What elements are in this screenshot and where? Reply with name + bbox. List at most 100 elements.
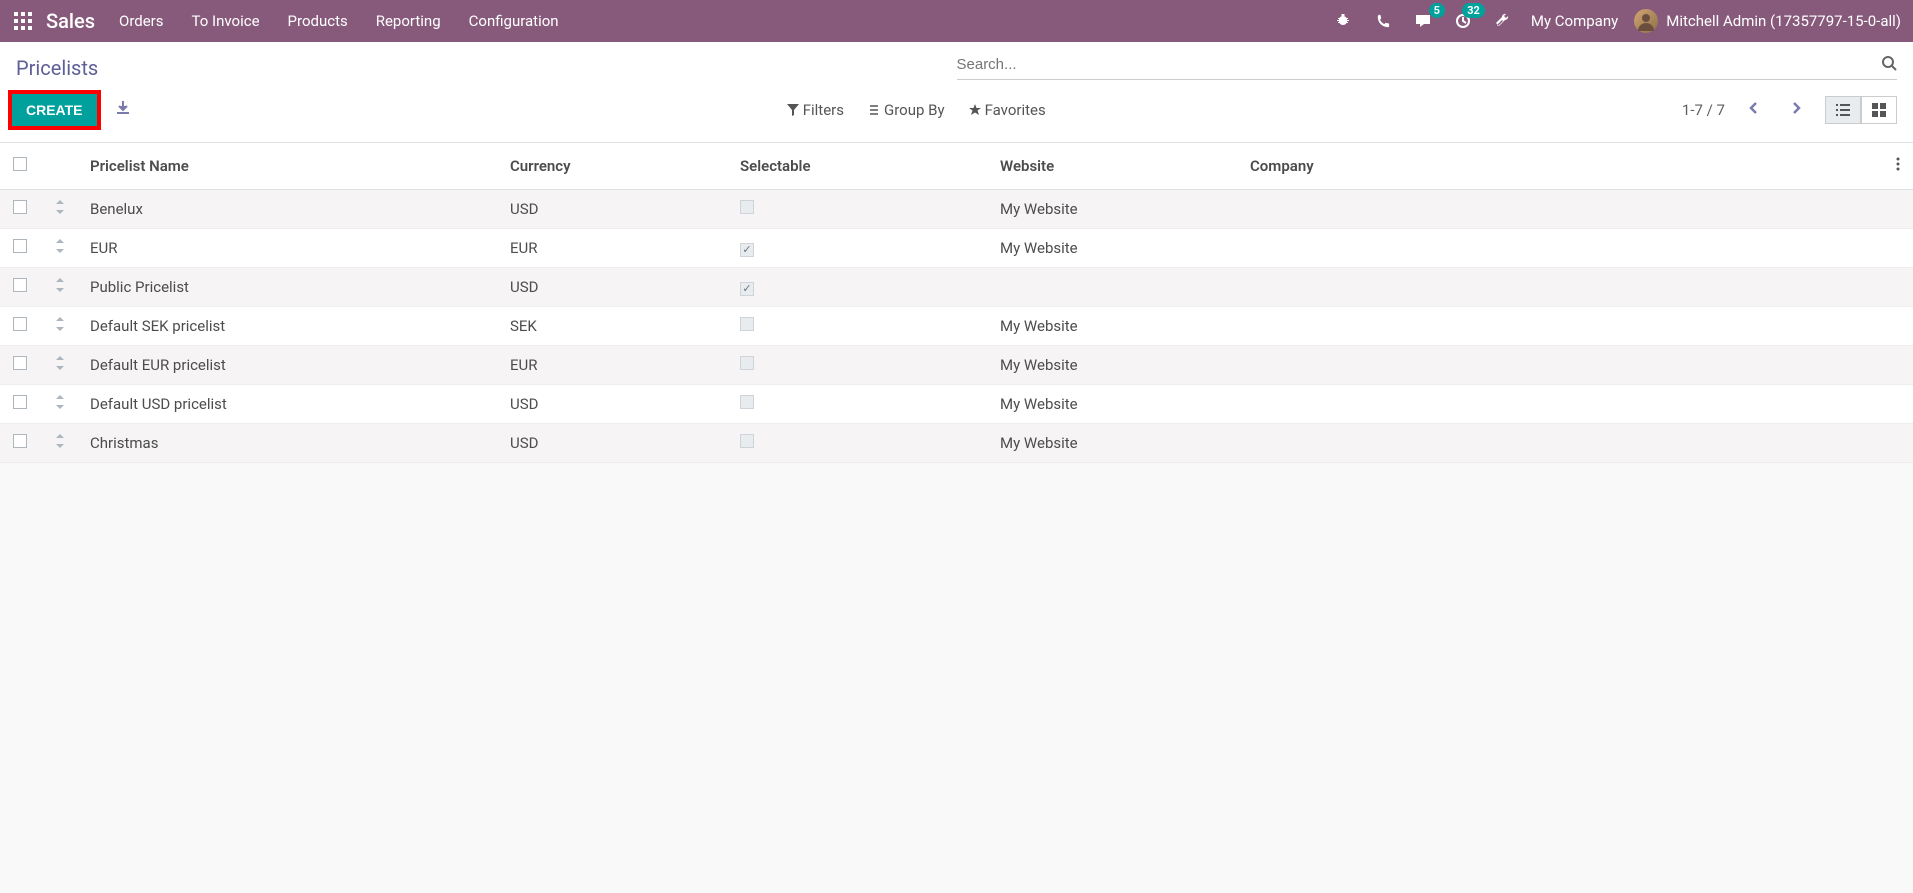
table-row[interactable]: Christmas USD My Website xyxy=(0,424,1913,463)
create-highlight: CREATE xyxy=(8,90,101,130)
pricelist-table: Pricelist Name Currency Selectable Websi… xyxy=(0,143,1913,463)
drag-handle-icon[interactable] xyxy=(40,190,80,229)
pager-next-icon[interactable] xyxy=(1783,97,1809,123)
cell-name: Default EUR pricelist xyxy=(80,346,500,385)
debug-icon[interactable] xyxy=(1331,9,1355,33)
cell-company xyxy=(1240,268,1883,307)
cell-currency: USD xyxy=(500,424,730,463)
selectable-checkbox xyxy=(740,200,754,214)
page-title: Pricelists xyxy=(16,50,98,80)
search-icon[interactable] xyxy=(1881,55,1897,75)
cell-selectable xyxy=(730,424,990,463)
filters-label: Filters xyxy=(803,101,844,119)
messages-icon[interactable]: 5 xyxy=(1411,9,1435,33)
table-row[interactable]: Default EUR pricelist EUR My Website xyxy=(0,346,1913,385)
cell-selectable xyxy=(730,190,990,229)
table-row[interactable]: EUR EUR My Website xyxy=(0,229,1913,268)
menu-orders[interactable]: Orders xyxy=(119,12,164,30)
cell-selectable xyxy=(730,307,990,346)
header-selectable[interactable]: Selectable xyxy=(730,143,990,190)
pager[interactable]: 1-7 / 7 xyxy=(1682,101,1725,119)
filters-button[interactable]: Filters xyxy=(787,101,844,119)
header-name[interactable]: Pricelist Name xyxy=(80,143,500,190)
header-options-icon[interactable] xyxy=(1883,143,1913,190)
row-checkbox[interactable] xyxy=(13,434,27,448)
cell-currency: USD xyxy=(500,268,730,307)
row-checkbox[interactable] xyxy=(13,200,27,214)
company-selector[interactable]: My Company xyxy=(1531,12,1618,30)
user-avatar-icon xyxy=(1634,9,1658,33)
tools-icon[interactable] xyxy=(1491,9,1515,33)
cell-pad xyxy=(1883,190,1913,229)
row-checkbox[interactable] xyxy=(13,356,27,370)
menu-to-invoice[interactable]: To Invoice xyxy=(192,12,260,30)
kanban-view-icon[interactable] xyxy=(1861,96,1897,124)
drag-handle-icon[interactable] xyxy=(40,268,80,307)
menu-reporting[interactable]: Reporting xyxy=(376,12,441,30)
cell-company xyxy=(1240,190,1883,229)
apps-icon[interactable] xyxy=(12,10,34,32)
user-name: Mitchell Admin (17357797-15-0-all) xyxy=(1666,12,1901,30)
control-panel: Pricelists CREATE Filters Group By xyxy=(0,42,1913,143)
table-row[interactable]: Public Pricelist USD xyxy=(0,268,1913,307)
cell-selectable xyxy=(730,385,990,424)
cell-name: Default USD pricelist xyxy=(80,385,500,424)
row-checkbox[interactable] xyxy=(13,317,27,331)
cell-currency: EUR xyxy=(500,346,730,385)
header-website[interactable]: Website xyxy=(990,143,1240,190)
cell-name: Benelux xyxy=(80,190,500,229)
download-icon[interactable] xyxy=(115,100,131,120)
cell-website xyxy=(990,268,1240,307)
table-row[interactable]: Default SEK pricelist SEK My Website xyxy=(0,307,1913,346)
drag-handle-icon[interactable] xyxy=(40,424,80,463)
header-checkbox-cell xyxy=(0,143,40,190)
cell-website: My Website xyxy=(990,424,1240,463)
list-view-icon[interactable] xyxy=(1825,96,1861,124)
selectable-checkbox xyxy=(740,356,754,370)
main-menu: Orders To Invoice Products Reporting Con… xyxy=(119,12,1331,30)
groupby-label: Group By xyxy=(884,101,945,119)
create-button[interactable]: CREATE xyxy=(12,94,97,126)
cell-company xyxy=(1240,346,1883,385)
messages-badge: 5 xyxy=(1429,3,1445,18)
header-handle xyxy=(40,143,80,190)
menu-configuration[interactable]: Configuration xyxy=(469,12,559,30)
cell-name: Christmas xyxy=(80,424,500,463)
cell-currency: USD xyxy=(500,385,730,424)
search-box[interactable] xyxy=(957,51,1898,80)
cell-website: My Website xyxy=(990,229,1240,268)
table-row[interactable]: Benelux USD My Website xyxy=(0,190,1913,229)
activities-icon[interactable]: 32 xyxy=(1451,9,1475,33)
row-checkbox[interactable] xyxy=(13,239,27,253)
app-brand[interactable]: Sales xyxy=(46,9,95,33)
pager-prev-icon[interactable] xyxy=(1741,97,1767,123)
user-menu[interactable]: Mitchell Admin (17357797-15-0-all) xyxy=(1634,9,1901,33)
drag-handle-icon[interactable] xyxy=(40,229,80,268)
favorites-button[interactable]: Favorites xyxy=(969,101,1046,119)
groupby-button[interactable]: Group By xyxy=(868,101,945,119)
activities-badge: 32 xyxy=(1462,3,1485,18)
phone-icon[interactable] xyxy=(1371,9,1395,33)
selectable-checkbox xyxy=(740,282,754,296)
drag-handle-icon[interactable] xyxy=(40,346,80,385)
drag-handle-icon[interactable] xyxy=(40,307,80,346)
row-checkbox[interactable] xyxy=(13,395,27,409)
favorites-label: Favorites xyxy=(985,101,1046,119)
header-currency[interactable]: Currency xyxy=(500,143,730,190)
cell-company xyxy=(1240,307,1883,346)
drag-handle-icon[interactable] xyxy=(40,385,80,424)
cell-company xyxy=(1240,229,1883,268)
menu-products[interactable]: Products xyxy=(288,12,348,30)
selectable-checkbox xyxy=(740,317,754,331)
select-all-checkbox[interactable] xyxy=(13,157,27,171)
search-input[interactable] xyxy=(957,56,1882,73)
table-row[interactable]: Default USD pricelist USD My Website xyxy=(0,385,1913,424)
row-checkbox[interactable] xyxy=(13,278,27,292)
cell-website: My Website xyxy=(990,190,1240,229)
cell-pad xyxy=(1883,229,1913,268)
cell-currency: USD xyxy=(500,190,730,229)
cell-company xyxy=(1240,385,1883,424)
selectable-checkbox xyxy=(740,243,754,257)
cell-website: My Website xyxy=(990,307,1240,346)
header-company[interactable]: Company xyxy=(1240,143,1883,190)
